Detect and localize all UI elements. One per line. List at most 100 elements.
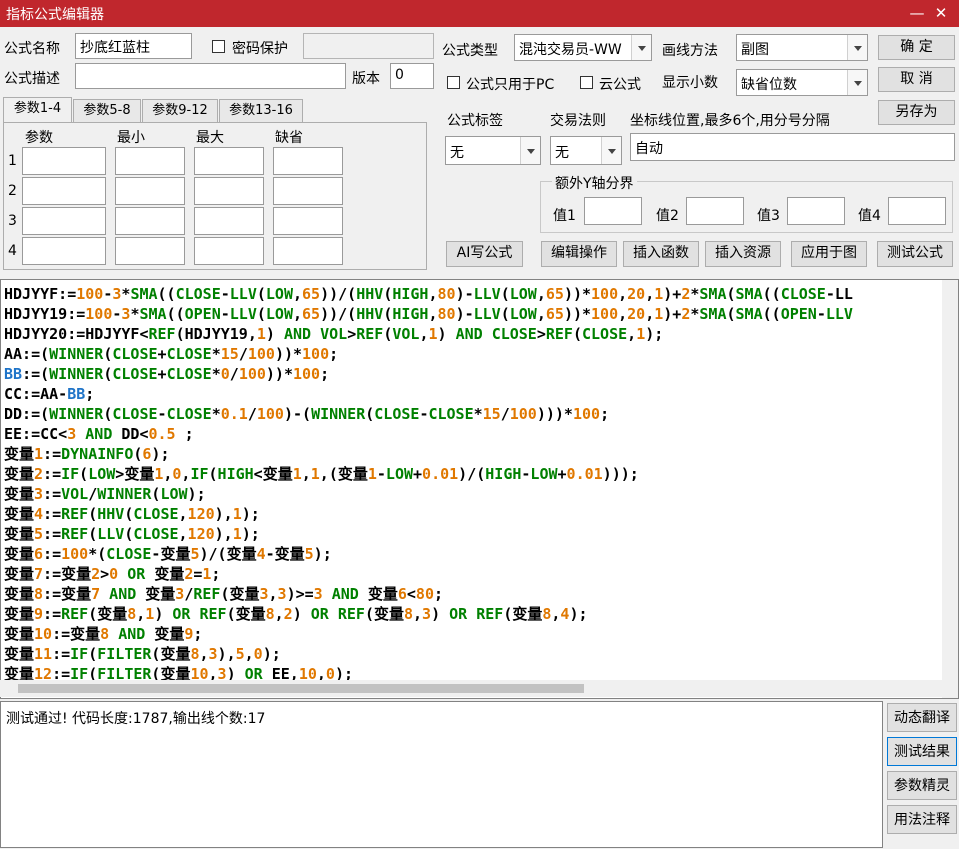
param-1-name[interactable] (22, 147, 106, 175)
param-row-label: 2 (8, 183, 17, 199)
pc-only-checkbox[interactable] (447, 76, 460, 89)
password-checkbox[interactable] (212, 40, 225, 53)
param-4-min[interactable] (115, 237, 185, 265)
ok-button[interactable]: 确 定 (878, 35, 955, 60)
type-select[interactable]: 混沌交易员-WW (514, 34, 652, 61)
vertical-scrollbar[interactable] (942, 280, 958, 698)
usage-notes-button[interactable]: 用法注释 (887, 805, 957, 834)
yaxis-input-1[interactable] (584, 197, 642, 225)
chevron-down-icon (631, 35, 651, 60)
param-1-min[interactable] (115, 147, 185, 175)
tab-params-1-4[interactable]: 参数1-4 (3, 97, 72, 123)
param-row-label: 1 (8, 153, 17, 169)
code-line[interactable]: 变量5:=REF(LLV(CLOSE,120),1); (4, 524, 853, 544)
pc-only-label: 公式只用于PC (466, 77, 555, 93)
version-input[interactable]: 0 (390, 63, 434, 89)
code-line[interactable]: 变量10:=变量8 AND 变量9; (4, 624, 853, 644)
edit-ops-button[interactable]: 编辑操作 (541, 241, 617, 267)
code-line[interactable]: AA:=(WINNER(CLOSE+CLOSE*15/100))*100; (4, 344, 853, 364)
test-formula-button[interactable]: 测试公式 (877, 241, 953, 267)
code-line[interactable]: HDJYY19:=100-3*SMA((OPEN-LLV(LOW,65))/(H… (4, 304, 853, 324)
param-4-default[interactable] (273, 237, 343, 265)
code-line[interactable]: EE:=CC<3 AND DD<0.5 ; (4, 424, 853, 444)
code-editor[interactable]: HDJYYF:=100-3*SMA((CLOSE-LLV(LOW,65))/(H… (0, 279, 959, 699)
param-4-max[interactable] (194, 237, 264, 265)
tab-params-5-8[interactable]: 参数5-8 (73, 99, 141, 123)
save-as-button[interactable]: 另存为 (878, 100, 955, 125)
param-1-default[interactable] (273, 147, 343, 175)
param-3-name[interactable] (22, 207, 106, 235)
decimals-select[interactable]: 缺省位数 (736, 69, 868, 96)
tab-params-9-12[interactable]: 参数9-12 (142, 99, 218, 123)
param-header-min: 最小 (117, 130, 145, 146)
rule-select[interactable]: 无 (550, 136, 622, 165)
yaxis-label-2: 值2 (656, 208, 679, 224)
param-3-max[interactable] (194, 207, 264, 235)
cancel-button[interactable]: 取 消 (878, 67, 955, 92)
cloud-label: 云公式 (599, 77, 641, 93)
axis-input[interactable]: 自动 (630, 133, 955, 161)
code-line[interactable]: 变量6:=100*(CLOSE-变量5)/(变量4-变量5); (4, 544, 853, 564)
param-2-max[interactable] (194, 177, 264, 205)
name-input[interactable]: 抄底红蓝柱 (75, 33, 192, 59)
tab-params-13-16[interactable]: 参数13-16 (219, 99, 303, 123)
test-result-button[interactable]: 测试结果 (887, 737, 957, 766)
param-row-label: 3 (8, 213, 17, 229)
output-text: 测试通过! 代码长度:1787,输出线个数:17 (6, 711, 266, 727)
insert-function-button[interactable]: 插入函数 (623, 241, 699, 267)
code-line[interactable]: 变量11:=IF(FILTER(变量8,3),5,0); (4, 644, 853, 664)
ai-formula-button[interactable]: AI写公式 (446, 241, 523, 267)
title-bar: 指标公式编辑器 — ✕ (0, 0, 959, 27)
param-wizard-button[interactable]: 参数精灵 (887, 771, 957, 800)
desc-input[interactable] (75, 63, 346, 89)
code-line[interactable]: CC:=AA-BB; (4, 384, 853, 404)
minimize-icon[interactable]: — (906, 2, 928, 24)
close-icon[interactable]: ✕ (930, 2, 952, 24)
output-panel: 测试通过! 代码长度:1787,输出线个数:17 (0, 701, 883, 848)
param-2-name[interactable] (22, 177, 106, 205)
horizontal-scrollbar[interactable] (0, 680, 942, 697)
param-3-min[interactable] (115, 207, 185, 235)
param-row-label: 4 (8, 243, 17, 259)
name-label: 公式名称 (4, 41, 60, 57)
draw-select[interactable]: 副图 (736, 34, 868, 61)
apply-to-chart-button[interactable]: 应用于图 (791, 241, 867, 267)
param-2-min[interactable] (115, 177, 185, 205)
code-line[interactable]: DD:=(WINNER(CLOSE-CLOSE*0.1/100)-(WINNER… (4, 404, 853, 424)
desc-label: 公式描述 (4, 71, 60, 87)
yaxis-label-3: 值3 (757, 208, 780, 224)
param-2-default[interactable] (273, 177, 343, 205)
draw-label: 画线方法 (662, 43, 718, 59)
horizontal-scroll-thumb[interactable] (18, 684, 584, 693)
code-line[interactable]: 变量3:=VOL/WINNER(LOW); (4, 484, 853, 504)
chevron-down-icon (520, 137, 540, 164)
chevron-down-icon (601, 137, 621, 164)
tag-label: 公式标签 (447, 113, 503, 129)
code-line[interactable]: 变量7:=变量2>0 OR 变量2=1; (4, 564, 853, 584)
cloud-checkbox[interactable] (580, 76, 593, 89)
code-line[interactable]: 变量9:=REF(变量8,1) OR REF(变量8,2) OR REF(变量8… (4, 604, 853, 624)
yaxis-input-4[interactable] (888, 197, 946, 225)
param-3-default[interactable] (273, 207, 343, 235)
axis-label: 坐标线位置,最多6个,用分号分隔 (630, 113, 830, 129)
code-line[interactable]: 变量4:=REF(HHV(CLOSE,120),1); (4, 504, 853, 524)
code-line[interactable]: BB:=(WINNER(CLOSE+CLOSE*0/100))*100; (4, 364, 853, 384)
tag-select[interactable]: 无 (445, 136, 541, 165)
dynamic-translate-button[interactable]: 动态翻译 (887, 703, 957, 732)
code-line[interactable]: 变量2:=IF(LOW>变量1,0,IF(HIGH<变量1,1,(变量1-LOW… (4, 464, 853, 484)
yaxis-input-3[interactable] (787, 197, 845, 225)
chevron-up-icon[interactable] (942, 280, 958, 296)
code-line[interactable]: 变量8:=变量7 AND 变量3/REF(变量3,3)>=3 AND 变量6<8… (4, 584, 853, 604)
code-line[interactable]: HDJYY20:=HDJYYF<REF(HDJYY19,1) AND VOL>R… (4, 324, 853, 344)
yaxis-label-4: 值4 (858, 208, 881, 224)
param-1-max[interactable] (194, 147, 264, 175)
yaxis-input-2[interactable] (686, 197, 744, 225)
param-4-name[interactable] (22, 237, 106, 265)
code-line[interactable]: HDJYYF:=100-3*SMA((CLOSE-LLV(LOW,65))/(H… (4, 284, 853, 304)
code-text[interactable]: HDJYYF:=100-3*SMA((CLOSE-LLV(LOW,65))/(H… (4, 284, 853, 684)
code-line[interactable]: 变量1:=DYNAINFO(6); (4, 444, 853, 464)
password-label: 密码保护 (232, 41, 288, 57)
window-title: 指标公式编辑器 (6, 7, 104, 23)
password-input[interactable] (303, 33, 434, 59)
insert-resource-button[interactable]: 插入资源 (705, 241, 781, 267)
